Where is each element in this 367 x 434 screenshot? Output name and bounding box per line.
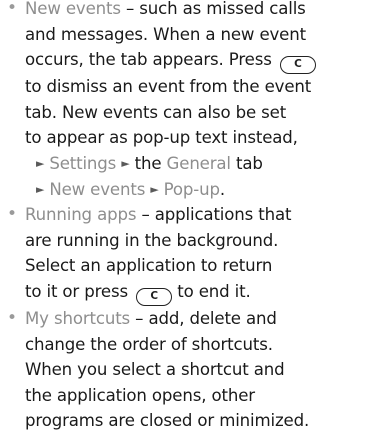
term-new-events: New events — [25, 0, 121, 18]
line: My shortcuts – add, delete and — [25, 308, 277, 328]
line: When you select a shortcut and — [25, 360, 285, 380]
line: New events – such as missed calls — [25, 0, 306, 18]
line: occurs, the tab appears. Press C — [25, 47, 367, 75]
arrow-right-icon: ► — [121, 156, 130, 170]
line: to it or press C to end it. — [25, 279, 367, 306]
list-item-running-apps: • Running apps – applications that are r… — [0, 202, 367, 306]
line: to appear as pop-up text instead, — [25, 128, 298, 148]
new-events-path: ► New events ► Pop-up. — [25, 177, 367, 203]
line: Running apps – applications that — [25, 205, 292, 225]
line: tab. New events can also be set — [25, 102, 287, 122]
c-key-icon: C — [279, 56, 316, 75]
line: are running in the background. — [25, 230, 279, 250]
arrow-right-icon: ► — [36, 182, 45, 196]
list-item-new-events: • New events – such as missed calls and … — [0, 0, 367, 202]
c-key-icon: C — [136, 287, 173, 306]
list-item-my-shortcuts: • My shortcuts – add, delete and change … — [0, 306, 367, 434]
term-my-shortcuts: My shortcuts — [25, 308, 131, 328]
line: to dismiss an event from the event — [25, 77, 312, 97]
arrow-right-icon: ► — [36, 156, 45, 170]
bullet-icon: • — [7, 307, 18, 328]
line: programs are closed or minimized. — [25, 411, 310, 431]
bullet-icon: • — [7, 0, 18, 18]
manual-page: • New events – such as missed calls and … — [0, 0, 367, 434]
bullet-list: • New events – such as missed calls and … — [0, 0, 367, 434]
line: change the order of shortcuts. — [25, 334, 273, 354]
line: the application opens, other — [25, 385, 255, 405]
line: and messages. When a new event — [25, 24, 306, 44]
line: Select an application to return — [25, 256, 273, 276]
bullet-icon: • — [7, 204, 18, 225]
arrow-right-icon: ► — [150, 182, 159, 196]
settings-path: ► Settings ► the General tab — [25, 151, 367, 177]
term-running-apps: Running apps — [25, 205, 137, 225]
